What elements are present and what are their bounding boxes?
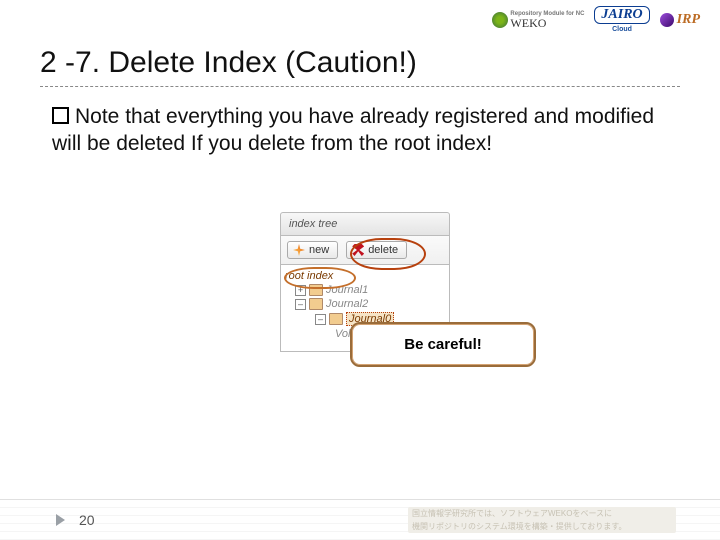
tree-item-label: Journal1	[326, 284, 368, 296]
logo-weko: Repository Module for NC WEKO	[492, 11, 584, 29]
slide-title: 2 -7. Delete Index (Caution!)	[40, 46, 680, 80]
expand-icon[interactable]: +	[295, 285, 306, 296]
logo-jairo-sub: Cloud	[612, 26, 632, 33]
footer-attribution: 国立情報学研究所では、ソフトウェアWEKOをベースに機関リポジトリのシステム環境…	[408, 507, 676, 533]
tree-row[interactable]: – Journal2	[285, 297, 445, 311]
folder-icon	[329, 313, 343, 325]
logo-irp: IRP	[660, 12, 700, 28]
page-arrow-icon	[56, 514, 65, 526]
new-button[interactable]: new	[287, 241, 338, 259]
body-text: Note that everything you have already re…	[52, 104, 676, 158]
panel-header: index tree	[280, 212, 450, 236]
slide: Repository Module for NC WEKO JAIRO Clou…	[0, 0, 720, 540]
collapse-icon[interactable]: –	[315, 314, 326, 325]
folder-icon	[309, 298, 323, 310]
caution-text: Be careful!	[404, 336, 482, 353]
new-icon	[293, 244, 305, 256]
delete-button[interactable]: delete	[346, 241, 407, 259]
bullet-icon	[52, 107, 69, 124]
tree-item-label: Journal2	[326, 298, 368, 310]
new-button-label: new	[309, 244, 329, 256]
logo-jairo-text: JAIRO	[594, 6, 649, 24]
logo-irp-text: IRP	[677, 12, 700, 28]
tree-row[interactable]: + Journal1	[285, 283, 445, 297]
body-paragraph: Note that everything you have already re…	[52, 105, 654, 155]
globe-icon	[660, 13, 674, 27]
delete-icon	[352, 244, 364, 256]
title-divider	[40, 86, 680, 87]
folder-icon	[309, 284, 323, 296]
collapse-icon[interactable]: –	[295, 299, 306, 310]
delete-button-label: delete	[368, 244, 398, 256]
logo-jairo: JAIRO Cloud	[594, 6, 649, 33]
weko-emblem-icon	[492, 12, 508, 28]
panel-toolbar: new delete	[280, 236, 450, 265]
title-wrap: 2 -7. Delete Index (Caution!)	[40, 46, 680, 87]
logo-bar: Repository Module for NC WEKO JAIRO Clou…	[492, 6, 700, 33]
caution-callout: Be careful!	[350, 322, 536, 367]
footer: 20 国立情報学研究所では、ソフトウェアWEKOをベースに機関リポジトリのシステ…	[0, 499, 720, 540]
page-number: 20	[79, 512, 95, 528]
logo-weko-text: WEKO	[510, 17, 584, 29]
tree-root-label: root index	[285, 270, 333, 282]
tree-root-row[interactable]: root index	[285, 269, 445, 283]
